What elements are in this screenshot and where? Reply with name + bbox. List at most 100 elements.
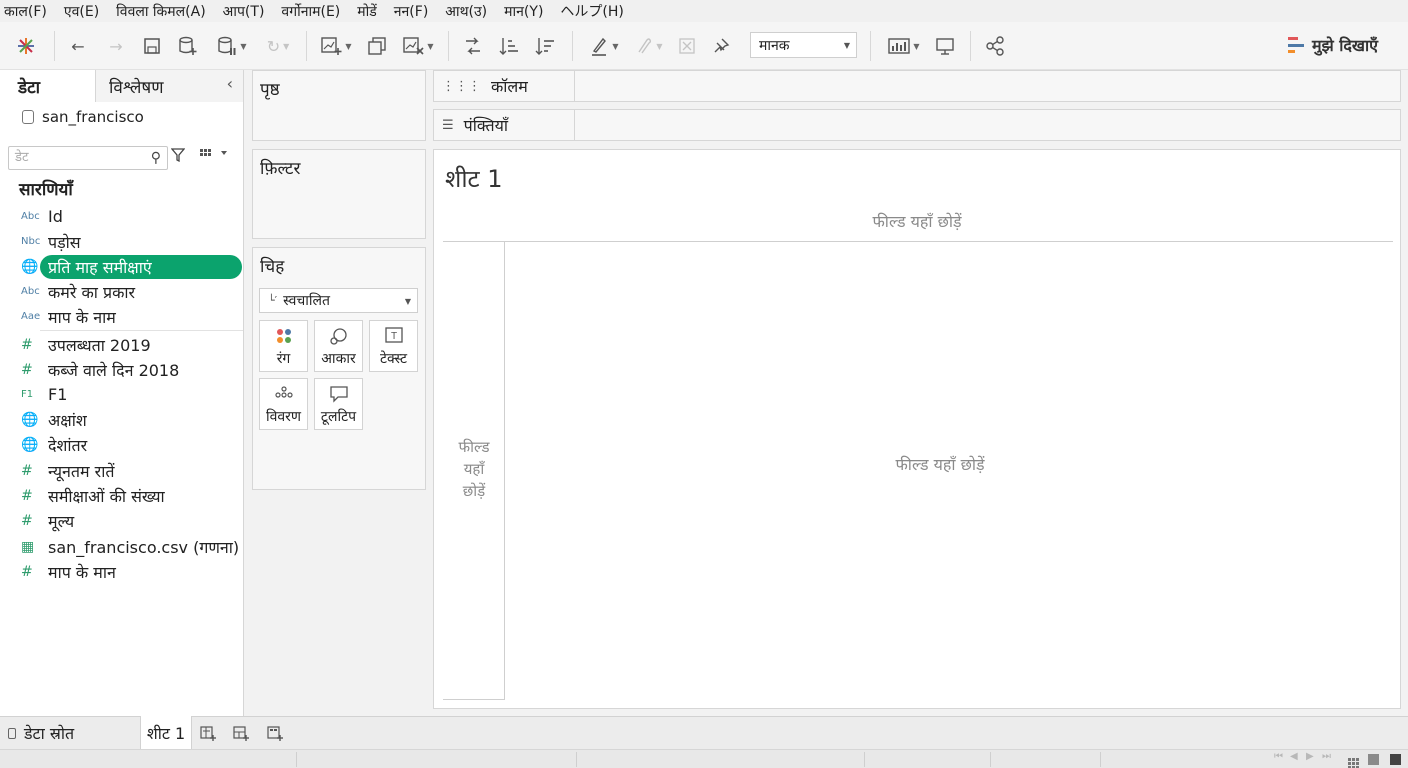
next-sheet-icon[interactable]: ▶ [1306, 751, 1314, 762]
canvas-drop-zone[interactable]: फील्ड यहाँ छोड़ें [505, 453, 1375, 475]
data-pane: डेटा विश्लेषण ‹ san_francisco डेट ⚲ सारण… [0, 70, 244, 716]
menu-map[interactable]: आथ(उ) [445, 2, 487, 21]
presentation-mode-icon[interactable] [932, 34, 958, 58]
field-id[interactable]: Abc Id [0, 204, 243, 229]
field-latitude[interactable]: 🌐 अक्षांश [0, 407, 243, 432]
pin-icon[interactable] [708, 34, 734, 58]
menu-bar: काल(F) एव(E) विवला किमल(A) आप(T) वर्गोना… [0, 0, 1408, 22]
fit-dropdown[interactable]: मानक ▼ [750, 32, 857, 58]
pause-auto-update-icon[interactable]: ▼ [212, 34, 252, 58]
pages-shelf[interactable]: पृष्ठ [252, 70, 426, 141]
add-datasource-icon[interactable] [176, 34, 200, 58]
new-dashboard-tab-icon[interactable] [233, 725, 249, 745]
field-number-of-reviews[interactable]: # समीक्षाओं की संख्या [0, 483, 243, 508]
annotate-icon[interactable]: ▼ [628, 34, 668, 58]
new-story-tab-icon[interactable] [267, 725, 283, 745]
datasource-item[interactable]: san_francisco [22, 108, 144, 126]
field-reviews-per-month[interactable]: 🌐 प्रति माह समीक्षाएं [0, 254, 243, 279]
show-me-icon [1288, 37, 1306, 53]
filters-shelf[interactable]: फ़िल्टर [252, 149, 426, 239]
columns-shelf-label: ⋮⋮⋮ कॉलम [434, 71, 575, 101]
sheet-tab[interactable]: शीट 1 [140, 716, 192, 749]
text-button[interactable]: T टेक्स्ट [369, 320, 418, 372]
field-availability-2019[interactable]: # उपलब्धता 2019 [0, 332, 243, 357]
filmstrip-view-icon[interactable] [1348, 754, 1359, 768]
menu-edit[interactable]: एव(E) [64, 2, 99, 21]
menu-format[interactable]: मान(Y) [504, 2, 543, 21]
color-button[interactable]: रंग [259, 320, 308, 372]
detail-button[interactable]: विवरण [259, 378, 308, 430]
previous-sheet-icon[interactable]: ◀ [1290, 751, 1298, 762]
show-cards-icon[interactable]: ▼ [884, 34, 924, 58]
field-measure-names[interactable]: Aae माप के नाम [0, 304, 243, 329]
view-options-icon[interactable] [200, 148, 230, 164]
menu-story[interactable]: नन(F) [394, 2, 429, 21]
sheet-title[interactable]: शीट 1 [445, 162, 503, 195]
number-type-icon: # [21, 487, 33, 504]
tableau-logo-icon[interactable] [14, 34, 38, 58]
field-neighbourhood[interactable]: Nbc पड़ोस [0, 229, 243, 254]
rows-shelf[interactable]: ☰ पंक्तियाँ [433, 109, 1401, 141]
field-occupied-days-2018[interactable]: # कब्जे वाले दिन 2018 [0, 357, 243, 382]
sort-ascending-icon[interactable] [496, 34, 522, 58]
field-price[interactable]: # मूल्य [0, 508, 243, 533]
fixed-axes-icon[interactable] [674, 34, 700, 58]
share-icon[interactable] [982, 34, 1008, 58]
save-icon[interactable] [140, 34, 164, 58]
field-label: न्यूनतम रातें [48, 461, 115, 481]
columns-shelf[interactable]: ⋮⋮⋮ कॉलम [433, 70, 1401, 102]
swap-rows-columns-icon[interactable] [460, 34, 486, 58]
tabs-view-icon[interactable] [1368, 754, 1379, 765]
last-sheet-icon[interactable]: ⏭ [1322, 751, 1331, 762]
field-room-type[interactable]: Abc कमरे का प्रकार [0, 279, 243, 304]
field-minimum-nights[interactable]: # न्यूनतम रातें [0, 458, 243, 483]
datasource-tab[interactable]: डेटा स्रोत [8, 717, 74, 749]
tab-data[interactable]: डेटा [0, 70, 95, 102]
row-drop-zone[interactable]: फील्ड यहाँ छोड़ें [444, 436, 504, 502]
first-sheet-icon[interactable]: ⏮ [1274, 751, 1283, 762]
field-measure-values[interactable]: # माप के मान [0, 559, 243, 584]
pages-title: पृष्ठ [260, 80, 280, 100]
tab-analysis[interactable]: विश्लेषण ‹ [95, 70, 243, 102]
chevron-down-icon: ▼ [404, 297, 411, 306]
menu-dashboard[interactable]: मोडें [357, 2, 377, 21]
field-search-input[interactable]: डेट ⚲ [8, 146, 168, 170]
field-longitude[interactable]: 🌐 देशांतर [0, 432, 243, 457]
tooltip-button[interactable]: टूलटिप [314, 378, 363, 430]
datasource-tab-label: डेटा स्रोत [24, 724, 75, 743]
search-icon[interactable]: ⚲ [151, 147, 161, 169]
number-type-icon: # [21, 462, 33, 479]
duplicate-sheet-icon[interactable] [364, 34, 390, 58]
filter-icon[interactable] [170, 148, 186, 166]
new-worksheet-tab-icon[interactable] [200, 725, 216, 745]
sheet-sorter-icon[interactable] [1390, 754, 1401, 765]
highlight-icon[interactable]: ▼ [584, 34, 624, 58]
size-label: आकार [321, 351, 356, 367]
menu-analysis[interactable]: विवला किमल(A) [116, 2, 206, 21]
menu-worksheet[interactable]: वर्गोनाम(E) [281, 2, 340, 21]
show-me-button[interactable]: मुझे दिखाएँ [1288, 33, 1378, 57]
toolbar: ← → ▼ ↻ ▼ ▼ ▼ ▼ ▼ ▼ [0, 22, 1408, 70]
clear-sheet-icon[interactable]: ▼ [398, 34, 438, 58]
collapse-pane-icon[interactable]: ‹ [227, 74, 233, 93]
undo-icon[interactable]: ← [66, 34, 90, 58]
refresh-icon[interactable]: ↻ ▼ [258, 34, 298, 58]
menu-help[interactable]: ヘルプ(H) [560, 1, 623, 21]
field-count[interactable]: ▦ san_francisco.csv (गणना) [0, 534, 243, 559]
field-label: san_francisco.csv (गणना) [48, 537, 240, 557]
rows-shelf-label: ☰ पंक्तियाँ [434, 110, 575, 140]
filters-title: फ़िल्टर [260, 159, 301, 179]
string-type-icon: Abc [21, 211, 40, 222]
database-icon [22, 110, 34, 124]
menu-data[interactable]: आप(T) [223, 2, 265, 21]
menu-file[interactable]: काल(F) [4, 2, 47, 21]
mark-type-dropdown[interactable]: └′ स्वचालित ▼ [259, 288, 418, 313]
field-f1[interactable]: F1 F1 [0, 382, 243, 407]
sort-descending-icon[interactable] [532, 34, 558, 58]
datasource-name: san_francisco [42, 108, 144, 126]
new-worksheet-icon[interactable]: ▼ [316, 34, 356, 58]
size-button[interactable]: आकार [314, 320, 363, 372]
field-label: कब्जे वाले दिन 2018 [48, 360, 180, 380]
redo-icon[interactable]: → [104, 34, 128, 58]
column-drop-zone[interactable]: फील्ड यहाँ छोड़ें [434, 210, 1400, 232]
